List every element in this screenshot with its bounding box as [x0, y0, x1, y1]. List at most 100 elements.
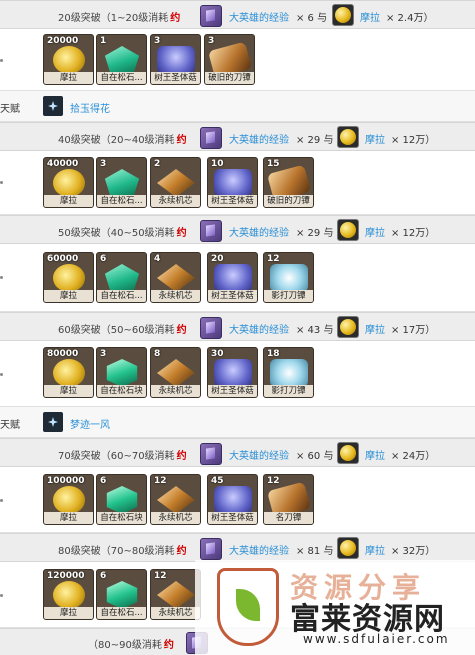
talent-label: 天赋 — [0, 420, 20, 431]
bullet — [0, 59, 3, 62]
item-mora[interactable]: 80000 摩拉 — [43, 347, 94, 398]
mora-icon — [337, 219, 359, 241]
stage-text: 50级突破（40~50级消耗约 — [58, 228, 187, 239]
item-jade-chunk[interactable]: 3 自在松石块 — [96, 347, 147, 398]
talent-name[interactable]: 拾玉得花 — [70, 100, 110, 115]
watermark-url: www.sdfulaier.com — [303, 632, 450, 646]
stage-text: 20级突破（1~20级消耗约 — [58, 13, 181, 24]
hero-exp-icon — [200, 5, 222, 27]
mora-label[interactable]: 摩拉 — [365, 542, 385, 557]
items-row-70: 100000 摩拉 6 自在松石块 12 永续机芯 45 树王圣体菇 12 名刀镡 — [0, 467, 475, 533]
item-mora[interactable]: 20000 摩拉 — [43, 34, 94, 85]
items-row-50: 60000 摩拉 6 自在松石... 4 永续机芯 20 树王圣体菇 12 影打刀镡 — [0, 244, 475, 312]
items-row-20: 20000 摩拉 1 自在松石... 3 树王圣体菇 3 破旧的刀镡 — [0, 29, 475, 91]
hero-exp-label[interactable]: 大英雄的经验 — [229, 447, 289, 462]
item-mushroom[interactable]: 45 树王圣体菇 — [207, 474, 258, 525]
item-jade-chunk[interactable]: 6 自在松石... — [96, 569, 147, 620]
item-tsuba[interactable]: 12 影打刀镡 — [263, 252, 314, 303]
leaf-icon — [236, 589, 260, 621]
item-mushroom[interactable]: 3 树王圣体菇 — [150, 34, 201, 85]
item-core[interactable]: 8 永续机芯 — [150, 347, 201, 398]
item-mushroom[interactable]: 30 树王圣体菇 — [207, 347, 258, 398]
hero-exp-icon — [200, 443, 222, 465]
item-jade[interactable]: 6 自在松石... — [96, 252, 147, 303]
item-mushroom[interactable]: 10 树王圣体菇 — [207, 157, 258, 208]
mora-label[interactable]: 摩拉 — [365, 224, 385, 239]
stage-header-20: 20级突破（1~20级消耗约 大英雄的经验 × 6 与 摩拉 × 2.4万） — [0, 0, 475, 29]
mora-icon — [337, 442, 359, 464]
item-core[interactable]: 12 永续机芯 — [150, 569, 201, 620]
item-mora[interactable]: 60000 摩拉 — [43, 252, 94, 303]
bullet — [0, 594, 3, 597]
hero-exp-label[interactable]: 大英雄的经验 — [229, 9, 289, 24]
bullet — [0, 276, 3, 279]
hero-exp-icon — [200, 317, 222, 339]
shield-logo-icon — [217, 568, 279, 646]
mora-count: × 12万） — [391, 135, 436, 146]
stage-text: 60级突破（50~60级消耗约 — [58, 325, 187, 336]
watermark: 资源分享 富莱资源网 www.sdfulaier.com — [195, 560, 475, 655]
item-core[interactable]: 2 永续机芯 — [150, 157, 201, 208]
item-core[interactable]: 4 永续机芯 — [150, 252, 201, 303]
item-core[interactable]: 12 永续机芯 — [150, 474, 201, 525]
item-tsuba[interactable]: 18 影打刀镡 — [263, 347, 314, 398]
item-tsuba[interactable]: 3 破旧的刀镡 — [204, 34, 255, 85]
hero-exp-count: × 6 与 — [296, 13, 328, 24]
items-row-60: 80000 摩拉 3 自在松石块 8 永续机芯 30 树王圣体菇 18 影打刀镡 — [0, 341, 475, 407]
mora-label[interactable]: 摩拉 — [365, 321, 385, 336]
ascension-materials-page: 20级突破（1~20级消耗约 大英雄的经验 × 6 与 摩拉 × 2.4万） 2… — [0, 0, 475, 655]
stage-header-50: 50级突破（40~50级消耗约 大英雄的经验 × 29 与 摩拉 × 12万） — [0, 215, 475, 244]
talent-row-1: 天赋 拾玉得花 — [0, 91, 475, 122]
stage-text: （80~90级消耗约 — [88, 640, 174, 651]
talent-name[interactable]: 梦迹一风 — [70, 416, 110, 431]
hero-exp-count: × 29 与 — [296, 228, 334, 239]
talent-icon — [43, 96, 63, 116]
stage-text: 40级突破（20~40级消耗约 — [58, 135, 187, 146]
hero-exp-label[interactable]: 大英雄的经验 — [229, 224, 289, 239]
item-mora[interactable]: 120000 摩拉 — [43, 569, 94, 620]
mora-icon — [337, 537, 359, 559]
mora-label[interactable]: 摩拉 — [365, 131, 385, 146]
mora-icon — [337, 126, 359, 148]
mora-count: × 17万） — [391, 325, 436, 336]
hero-exp-count: × 60 与 — [296, 451, 334, 462]
stage-header-40: 40级突破（20~40级消耗约 大英雄的经验 × 29 与 摩拉 × 12万） — [0, 122, 475, 151]
mora-count: × 12万） — [391, 228, 436, 239]
mora-label[interactable]: 摩拉 — [360, 9, 380, 24]
item-jade[interactable]: 3 自在松石... — [96, 157, 147, 208]
item-tsuba[interactable]: 15 破旧的刀镡 — [263, 157, 314, 208]
mora-icon — [337, 316, 359, 338]
talent-row-2: 天赋 梦迹一风 — [0, 407, 475, 438]
talent-icon — [43, 412, 63, 432]
mora-count: × 24万） — [391, 451, 436, 462]
talent-label: 天赋 — [0, 104, 20, 115]
hero-exp-icon — [200, 538, 222, 560]
stage-header-70: 70级突破（60~70级消耗约 大英雄的经验 × 60 与 摩拉 × 24万） — [0, 438, 475, 467]
mora-count: × 32万） — [391, 546, 436, 557]
stage-header-80: 80级突破（70~80级消耗约 大英雄的经验 × 81 与 摩拉 × 32万） — [0, 533, 475, 562]
stage-text: 70级突破（60~70级消耗约 — [58, 451, 187, 462]
mora-count: × 2.4万） — [386, 13, 434, 24]
item-mora[interactable]: 100000 摩拉 — [43, 474, 94, 525]
bullet — [0, 499, 3, 502]
item-jade[interactable]: 1 自在松石... — [96, 34, 147, 85]
hero-exp-count: × 29 与 — [296, 135, 334, 146]
mora-icon — [332, 4, 354, 26]
mora-label[interactable]: 摩拉 — [365, 447, 385, 462]
hero-exp-label[interactable]: 大英雄的经验 — [229, 542, 289, 557]
item-mora[interactable]: 40000 摩拉 — [43, 157, 94, 208]
hero-exp-count: × 43 与 — [296, 325, 334, 336]
hero-exp-icon — [200, 220, 222, 242]
item-tsuba[interactable]: 12 名刀镡 — [263, 474, 314, 525]
item-jade-chunk[interactable]: 6 自在松石块 — [96, 474, 147, 525]
hero-exp-icon — [200, 127, 222, 149]
hero-exp-label[interactable]: 大英雄的经验 — [229, 131, 289, 146]
bullet — [0, 181, 3, 184]
items-row-40: 40000 摩拉 3 自在松石... 2 永续机芯 10 树王圣体菇 15 破旧的刀镡 — [0, 151, 475, 215]
hero-exp-label[interactable]: 大英雄的经验 — [229, 321, 289, 336]
hero-exp-count: × 81 与 — [296, 546, 334, 557]
item-mushroom[interactable]: 20 树王圣体菇 — [207, 252, 258, 303]
stage-header-60: 60级突破（50~60级消耗约 大英雄的经验 × 43 与 摩拉 × 17万） — [0, 312, 475, 341]
bullet — [0, 373, 3, 376]
stage-text: 80级突破（70~80级消耗约 — [58, 546, 187, 557]
